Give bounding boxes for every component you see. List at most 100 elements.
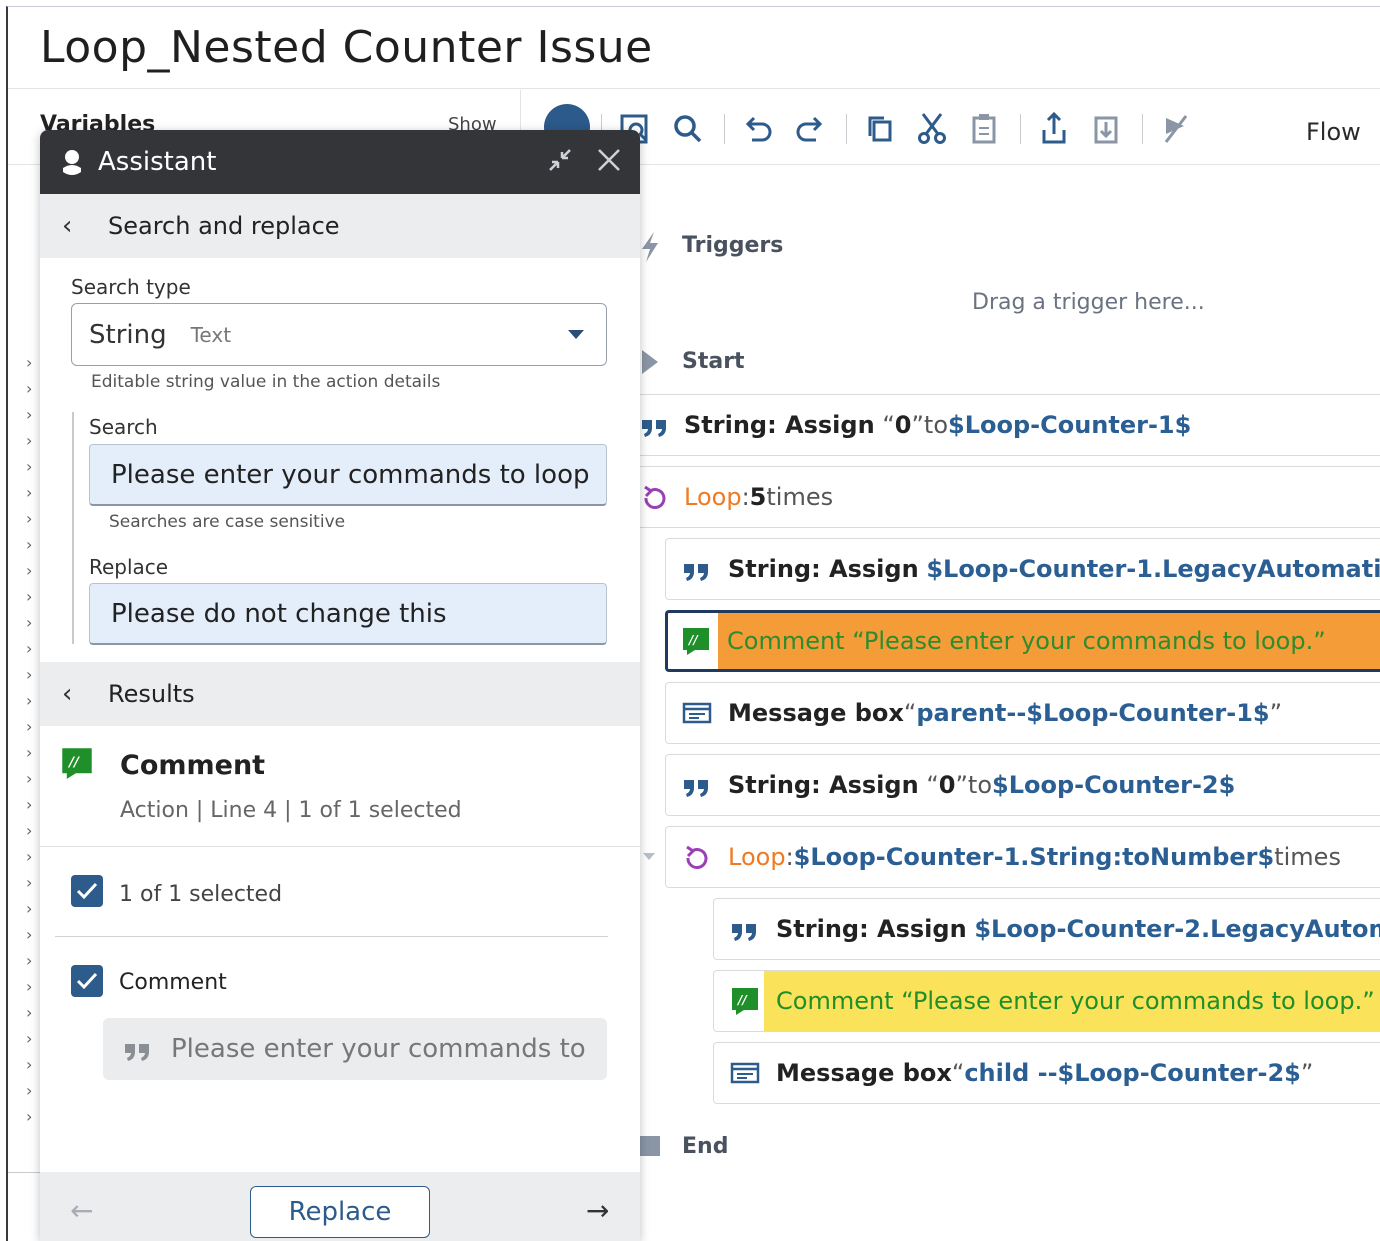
search-label: Search: [89, 415, 158, 439]
close-icon[interactable]: [596, 147, 622, 173]
chevron-right-icon[interactable]: ›: [26, 480, 40, 506]
comment-icon: //: [683, 628, 709, 655]
undo-icon[interactable]: [740, 108, 776, 148]
message-box-icon: [730, 1062, 760, 1084]
chevron-left-icon[interactable]: ‹: [62, 211, 88, 241]
flow-action-string-assign[interactable]: String: Assign $Loop-Counter-2.LegacyAut…: [713, 898, 1380, 960]
chevron-right-icon[interactable]: ›: [26, 636, 40, 662]
flow-action-comment-selected[interactable]: // Comment “Please enter your commands t…: [665, 610, 1380, 672]
replace-input[interactable]: Please do not change this: [89, 583, 607, 645]
page-title: Loop_Nested Counter Issue: [40, 22, 653, 73]
search-icon[interactable]: [670, 108, 706, 148]
left-bottom-line: [8, 1172, 40, 1173]
chevron-right-icon[interactable]: ›: [26, 532, 40, 558]
chevron-right-icon[interactable]: ›: [26, 948, 40, 974]
minimize-icon[interactable]: [546, 146, 574, 174]
replace-button[interactable]: Replace: [250, 1186, 430, 1238]
flow-action-nested-loop[interactable]: Loop : $Loop-Counter-1.String:toNumber$ …: [665, 826, 1380, 888]
cut-icon[interactable]: [914, 108, 950, 148]
toolbar-separator: [1020, 114, 1021, 144]
results-header[interactable]: ‹ Results: [40, 662, 640, 726]
chevron-right-icon[interactable]: ›: [26, 896, 40, 922]
disable-icon[interactable]: [1158, 108, 1194, 148]
trigger-dropzone[interactable]: Drag a trigger here...: [972, 290, 1205, 315]
paste-icon[interactable]: [966, 108, 1002, 148]
flow-action-string-assign[interactable]: String: Assign $Loop-Counter-1.LegacyAut…: [665, 538, 1380, 600]
chevron-right-icon[interactable]: ›: [26, 922, 40, 948]
chevron-right-icon[interactable]: ›: [26, 428, 40, 454]
collapsed-variable-list: › › › › › › › › › › › › › › › › › › › › › › › › › › › › › ›: [26, 350, 40, 1150]
chevron-right-icon[interactable]: ›: [26, 870, 40, 896]
toolbar-separator: [724, 114, 725, 144]
chevron-right-icon[interactable]: ›: [26, 584, 40, 610]
flow-action-message-box[interactable]: Message box “parent--$Loop-Counter-1$”: [665, 682, 1380, 744]
search-replace-title: Search and replace: [108, 212, 340, 240]
assistant-title: Assistant: [98, 147, 217, 177]
chevron-right-icon[interactable]: ›: [26, 506, 40, 532]
copy-icon[interactable]: [862, 108, 898, 148]
chevron-right-icon[interactable]: ›: [26, 1026, 40, 1052]
chevron-right-icon[interactable]: ›: [26, 818, 40, 844]
arrow-right-icon[interactable]: →: [586, 1194, 609, 1227]
divider: [40, 846, 640, 847]
redo-icon[interactable]: [792, 108, 828, 148]
chevron-right-icon[interactable]: ›: [26, 974, 40, 1000]
loop-icon: [644, 485, 666, 509]
chevron-right-icon[interactable]: ›: [26, 402, 40, 428]
result-title[interactable]: Comment: [120, 750, 265, 781]
export-icon[interactable]: [1036, 108, 1072, 148]
chevron-right-icon[interactable]: ›: [26, 662, 40, 688]
flow-action-loop[interactable]: Loop : 5 times: [640, 466, 1380, 528]
play-icon: [642, 350, 658, 374]
title-divider: [8, 88, 1380, 89]
triggers-label: Triggers: [682, 233, 784, 258]
quote-icon: [684, 564, 708, 581]
chevron-right-icon[interactable]: ›: [26, 558, 40, 584]
check-icon: [76, 882, 98, 900]
assistant-icon: [63, 150, 81, 175]
quote-icon: [732, 924, 756, 941]
flow-action-string-assign[interactable]: String: Assign “0” to $Loop-Counter-1$: [640, 394, 1380, 456]
svg-text://: //: [687, 633, 699, 647]
import-icon[interactable]: [1088, 108, 1124, 148]
toolbar-separator: [846, 114, 847, 144]
search-type-select[interactable]: String Text: [71, 303, 607, 366]
chevron-right-icon[interactable]: ›: [26, 376, 40, 402]
chevron-right-icon[interactable]: ›: [26, 610, 40, 636]
svg-text://: //: [67, 754, 80, 770]
chevron-right-icon[interactable]: ›: [26, 1052, 40, 1078]
chevron-right-icon[interactable]: ›: [26, 714, 40, 740]
assistant-footer: ← Replace →: [40, 1172, 640, 1241]
search-type-help: Editable string value in the action deta…: [91, 372, 441, 392]
chevron-right-icon[interactable]: ›: [26, 688, 40, 714]
collapse-caret-icon[interactable]: [642, 852, 656, 862]
chevron-right-icon[interactable]: ›: [26, 350, 40, 376]
toolbar-separator: [1142, 114, 1143, 144]
search-help: Searches are case sensitive: [109, 512, 346, 532]
assistant-panel: Assistant ‹ Search and replace Search ty…: [40, 130, 640, 1241]
search-replace-header[interactable]: ‹ Search and replace: [40, 194, 640, 258]
flow-action-string-assign[interactable]: String: Assign “0” to $Loop-Counter-2$: [665, 754, 1380, 816]
chevron-right-icon[interactable]: ›: [26, 1078, 40, 1104]
chevron-right-icon[interactable]: ›: [26, 740, 40, 766]
chevron-right-icon[interactable]: ›: [26, 1000, 40, 1026]
item-preview: Please enter your commands to: [103, 1018, 607, 1080]
flow-action-comment[interactable]: // Comment “Please enter your commands t…: [713, 970, 1380, 1032]
tab-flow[interactable]: Flow: [1306, 118, 1361, 146]
chevron-right-icon[interactable]: ›: [26, 454, 40, 480]
arrow-left-icon[interactable]: ←: [70, 1194, 93, 1227]
item-checkbox[interactable]: [71, 965, 103, 997]
svg-text://: //: [736, 993, 748, 1007]
editor-toolbar: [540, 100, 1380, 156]
chevron-left-icon[interactable]: ‹: [62, 679, 88, 709]
search-input[interactable]: Please enter your commands to loop: [89, 444, 607, 506]
flow-action-message-box[interactable]: Message box “child --$Loop-Counter-2$”: [713, 1042, 1380, 1104]
chevron-right-icon[interactable]: ›: [26, 1104, 40, 1130]
chevron-right-icon[interactable]: ›: [26, 844, 40, 870]
item-label: Comment: [119, 970, 227, 995]
chevron-right-icon[interactable]: ›: [26, 792, 40, 818]
chevron-right-icon[interactable]: ›: [26, 766, 40, 792]
lightning-icon: [642, 232, 658, 262]
quote-icon: [684, 780, 708, 797]
select-all-checkbox[interactable]: [71, 875, 103, 907]
